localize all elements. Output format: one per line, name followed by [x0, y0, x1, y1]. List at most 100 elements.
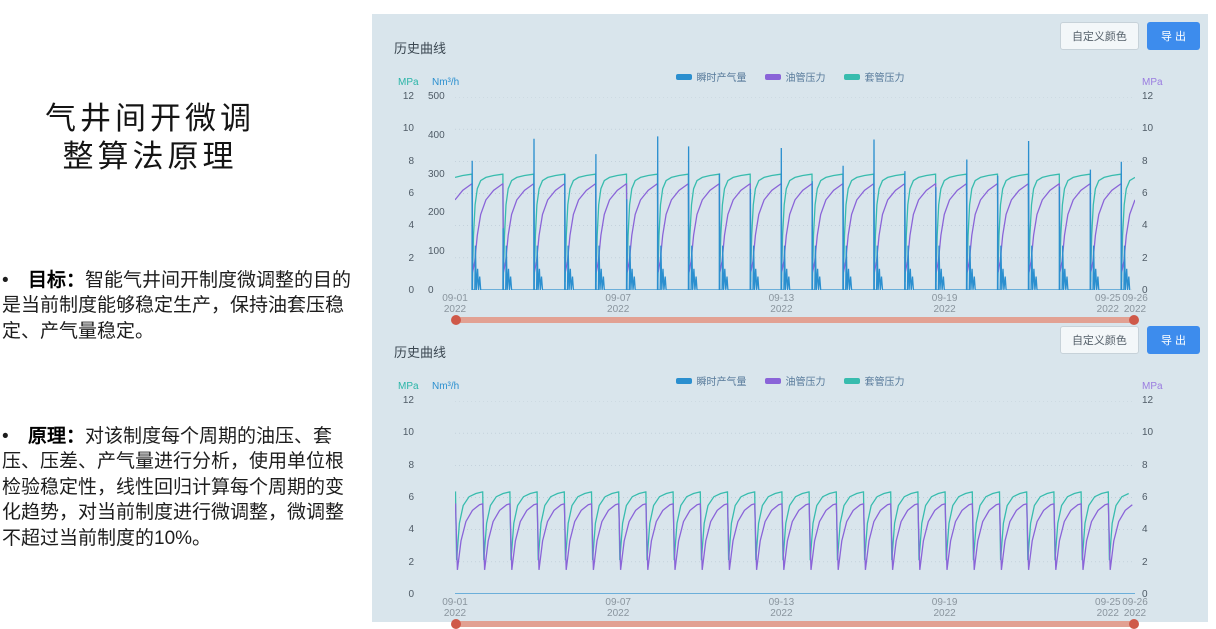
bullet-principle-label: 原理： [28, 426, 85, 447]
legend-swatch [765, 378, 781, 384]
slider-handle-right[interactable] [1129, 619, 1139, 629]
export-button[interactable]: 导 出 [1147, 22, 1200, 50]
chart-canvas [455, 97, 1135, 290]
slide: 气井间开微调 整算法原理 •目标：智能气井间开制度微调整的目的是当前制度能够稳定… [0, 0, 1216, 629]
legend-label: 油管压力 [786, 69, 826, 84]
time-range-slider[interactable] [455, 619, 1135, 629]
chart-plot [455, 97, 1135, 290]
x-axis-label: 09-26 2022 [1122, 597, 1148, 619]
x-axis-label: 09-26 2022 [1122, 293, 1148, 315]
left-nm-ticks [428, 395, 454, 600]
legend-label: 套管压力 [865, 69, 905, 84]
left-nm-unit: Nm³/h [432, 77, 459, 88]
axis-tick: 2 [408, 253, 414, 264]
axis-tick: 12 [1142, 91, 1168, 102]
x-axis-labels: 09-01 202209-07 202209-13 202209-19 2022… [455, 293, 1135, 317]
axis-tick: 12 [403, 395, 414, 406]
x-axis-label: 09-25 2022 [1095, 293, 1121, 315]
legend-item[interactable]: 油管压力 [765, 69, 826, 84]
slide-title: 气井间开微调 整算法原理 [0, 100, 300, 176]
x-axis-label: 09-19 2022 [932, 293, 958, 315]
legend-item[interactable]: 套管压力 [844, 69, 905, 84]
x-axis-label: 09-01 2022 [442, 597, 468, 619]
left-nm-unit: Nm³/h [432, 381, 459, 392]
axis-tick: 8 [408, 460, 414, 471]
legend-label: 瞬时产气量 [697, 69, 747, 84]
axis-tick: 8 [1142, 460, 1168, 471]
x-axis-label: 09-25 2022 [1095, 597, 1121, 619]
axis-tick: 12 [1142, 395, 1168, 406]
left-mpa-ticks: 12 10 8 6 4 2 0 [386, 91, 414, 296]
custom-color-button[interactable]: 自定义颜色 [1060, 22, 1139, 50]
chart-plot [455, 401, 1135, 594]
history-curve-card-bottom: 自定义颜色 导 出 历史曲线 瞬时产气量 油管压力 套管压力 MPa Nm³/h M… [372, 318, 1208, 622]
axis-tick: 2 [1142, 253, 1168, 264]
axis-tick: 4 [1142, 220, 1168, 231]
left-mpa-unit: MPa [398, 381, 419, 392]
axis-tick: 2 [1142, 557, 1168, 568]
axis-tick: 400 [428, 130, 454, 141]
axis-tick: 300 [428, 169, 454, 180]
bullet-principle: •原理：对该制度每个周期的油压、套压、压差、产气量进行分析，使用单位根检验稳定性… [2, 424, 362, 551]
axis-tick: 10 [1142, 427, 1168, 438]
axis-tick: 0 [408, 285, 414, 296]
series-line [455, 504, 1132, 570]
legend-label: 瞬时产气量 [697, 373, 747, 388]
right-mpa-ticks: 121086420 [1142, 91, 1168, 296]
axis-tick: 2 [408, 557, 414, 568]
slide-text-column: 气井间开微调 整算法原理 •目标：智能气井间开制度微调整的目的是当前制度能够稳定… [0, 0, 372, 629]
left-mpa-ticks: 121086420 [386, 395, 414, 600]
axis-tick: 4 [1142, 524, 1168, 535]
left-nm-ticks: 5004003002001000 [428, 91, 454, 296]
bullet-goal: •目标：智能气井间开制度微调整的目的是当前制度能够稳定生产，保持油套压稳定、产气… [2, 268, 362, 344]
axis-tick: 10 [1142, 123, 1168, 134]
x-axis-label: 09-07 2022 [605, 293, 631, 315]
slide-title-line2: 整算法原理 [0, 138, 300, 176]
axis-tick: 10 [403, 123, 414, 134]
card-title: 历史曲线 [394, 38, 446, 57]
history-curve-panel: 自定义颜色 导 出 历史曲线 瞬时产气量油管压力套管压力 MPa Nm³/h M… [372, 14, 1208, 622]
legend-swatch [844, 74, 860, 80]
axis-tick: 12 [403, 91, 414, 102]
legend-label: 油管压力 [786, 373, 826, 388]
slider-track[interactable] [455, 621, 1135, 627]
bullet-glyph: • [2, 268, 28, 293]
card-title: 历史曲线 [394, 342, 446, 361]
left-mpa-unit: MPa [398, 77, 419, 88]
x-axis-label: 09-13 2022 [769, 597, 795, 619]
slider-handle-left[interactable] [451, 619, 461, 629]
custom-color-button[interactable]: 自定义颜色 [1060, 326, 1139, 354]
bullet-glyph: • [2, 424, 28, 449]
axis-tick: 0 [408, 589, 414, 600]
right-mpa-unit: MPa [1142, 381, 1163, 392]
axis-tick: 6 [1142, 492, 1168, 503]
legend: 瞬时产气量 油管压力 套管压力 [372, 69, 1208, 84]
slide-title-line1: 气井间开微调 [0, 100, 300, 138]
x-axis-label: 09-07 2022 [605, 597, 631, 619]
axis-tick: 10 [403, 427, 414, 438]
axis-tick: 6 [1142, 188, 1168, 199]
legend-item[interactable]: 瞬时产气量 [676, 373, 747, 388]
legend-swatch [765, 74, 781, 80]
legend-swatch [676, 74, 692, 80]
axis-tick: 6 [408, 188, 414, 199]
axis-tick: 8 [1142, 156, 1168, 167]
axis-tick: 6 [408, 492, 414, 503]
bullet-goal-label: 目标： [28, 270, 85, 291]
legend-swatch [676, 378, 692, 384]
axis-tick: 100 [428, 246, 454, 257]
legend-item[interactable]: 套管压力 [844, 373, 905, 388]
legend-item[interactable]: 油管压力 [765, 373, 826, 388]
right-mpa-unit: MPa [1142, 77, 1163, 88]
axis-tick: 500 [428, 91, 454, 102]
legend-label: 套管压力 [865, 373, 905, 388]
axis-tick: 4 [408, 220, 414, 231]
series-line [455, 174, 1135, 282]
right-mpa-ticks: 121086420 [1142, 395, 1168, 600]
legend-item[interactable]: 瞬时产气量 [676, 69, 747, 84]
export-button[interactable]: 导 出 [1147, 326, 1200, 354]
axis-tick: 8 [408, 156, 414, 167]
x-axis-labels: 09-01 202209-07 202209-13 202209-19 2022… [455, 597, 1135, 621]
legend: 瞬时产气量 油管压力 套管压力 [372, 373, 1208, 388]
x-axis-label: 09-19 2022 [932, 597, 958, 619]
